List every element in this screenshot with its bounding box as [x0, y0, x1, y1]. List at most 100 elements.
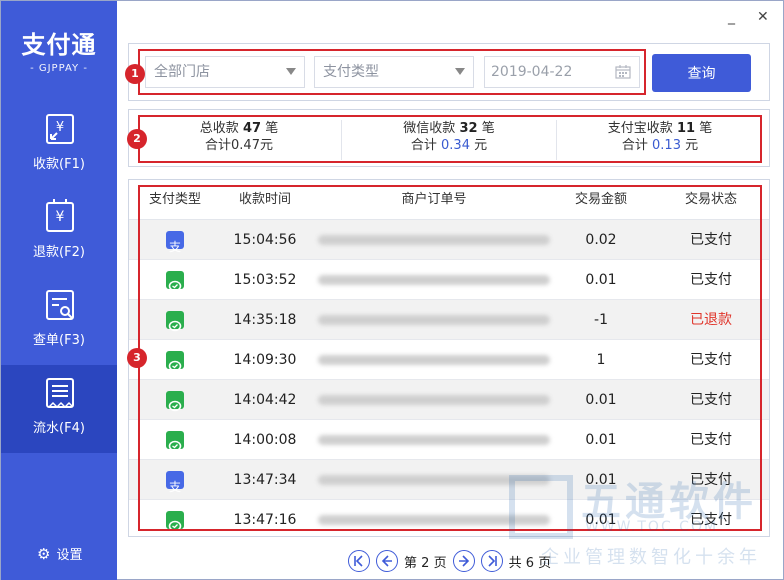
- summary-wechat-label: 微信收款: [403, 121, 456, 136]
- cell-amount: 0.01: [585, 512, 617, 528]
- calendar-icon: [615, 65, 631, 79]
- arrow-left-icon: [381, 555, 392, 567]
- redacted-order-no: [318, 315, 550, 325]
- annotation-badge-1: 1: [125, 64, 145, 84]
- minimize-button[interactable]: _: [728, 9, 735, 25]
- app-name: 支付通: [21, 31, 97, 59]
- summary-alipay-count: 11: [676, 121, 696, 136]
- divider: [556, 120, 557, 160]
- cell-time: 14:04:42: [233, 392, 297, 408]
- table-row[interactable]: 15:03:52 0.01 已支付: [129, 260, 769, 300]
- summary-wechat: 微信收款 32 笔 合计 0.34 元: [343, 120, 555, 160]
- cell-status: 已支付: [690, 432, 732, 448]
- table-row[interactable]: 支 15:04:56 0.02 已支付: [129, 220, 769, 260]
- cell-order-no: [309, 420, 559, 460]
- sidebar-item-receive[interactable]: ¥ 收款(F1): [1, 101, 117, 189]
- prev-page-button[interactable]: [376, 550, 398, 572]
- next-page-button[interactable]: [452, 550, 475, 572]
- cell-time: 15:04:56: [233, 232, 297, 248]
- sidebar-item-statement[interactable]: 流水(F4): [1, 365, 117, 453]
- column-header-pay-type: 支付类型: [148, 192, 201, 207]
- redacted-order-no: [318, 235, 550, 245]
- cell-status: 已支付: [690, 392, 732, 408]
- sidebar: 支付通 - GJPPAY - ¥ 收款(F1) ¥ 退款(F2) 查单(F3) …: [1, 1, 117, 580]
- statement-icon: [46, 378, 74, 409]
- cell-amount: 0.01: [585, 272, 617, 288]
- app-subtitle: - GJPPAY -: [30, 63, 88, 74]
- cell-status: 已支付: [690, 352, 732, 368]
- cell-order-no: [309, 340, 559, 380]
- table-row[interactable]: 14:04:42 0.01 已支付: [129, 380, 769, 420]
- annotation-badge-2: 2: [127, 129, 147, 149]
- sidebar-item-label: 查单(F3): [33, 333, 85, 348]
- gear-icon: ⚙: [37, 544, 51, 563]
- summary-total-sum: 合计0.47元: [205, 138, 273, 153]
- pay-type-select[interactable]: 支付类型: [314, 56, 474, 88]
- cell-time: 14:00:08: [233, 432, 297, 448]
- cell-pay-type: [129, 300, 221, 340]
- cell-pay-type: [129, 260, 221, 300]
- cell-amount: 0.01: [585, 432, 617, 448]
- summary-total-count: 47: [242, 121, 262, 136]
- page-indicator: 第 2 页: [404, 552, 447, 571]
- sidebar-item-label: 退款(F2): [33, 245, 85, 260]
- cell-time: 13:47:34: [233, 472, 297, 488]
- redacted-order-no: [318, 515, 550, 525]
- summary-wechat-sum-unit: 元: [474, 138, 488, 153]
- cell-order-no: [309, 380, 559, 420]
- alipay-icon: 支: [166, 471, 184, 494]
- date-picker[interactable]: 2019-04-22: [484, 56, 640, 88]
- cell-time: 14:35:18: [233, 312, 297, 328]
- first-page-button[interactable]: [348, 550, 370, 572]
- transaction-table: 支付类型 收款时间 商户订单号 交易金额 交易状态 支 15:04:56 0.02 已…: [128, 179, 770, 537]
- wechat-pay-icon: [166, 351, 184, 372]
- table-row[interactable]: 14:09:30 1 已支付: [129, 340, 769, 380]
- close-button[interactable]: ✕: [757, 9, 769, 25]
- cell-order-no: [309, 460, 559, 500]
- wechat-pay-icon: [166, 271, 184, 292]
- table-header: 支付类型 收款时间 商户订单号 交易金额 交易状态: [129, 180, 769, 220]
- sidebar-item-label: 流水(F4): [33, 421, 85, 436]
- redacted-order-no: [318, 435, 550, 445]
- settings-label: 设置: [56, 548, 83, 563]
- summary-total: 总收款 47 笔 合计0.47元: [139, 120, 339, 160]
- sidebar-item-refund[interactable]: ¥ 退款(F2): [1, 189, 117, 277]
- summary-alipay-sum-unit: 元: [685, 138, 699, 153]
- page-prefix: 第: [404, 555, 418, 571]
- summary-total-unit: 笔: [265, 121, 279, 136]
- cell-status: 已支付: [690, 272, 732, 288]
- column-header-order-no: 商户订单号: [401, 192, 467, 207]
- cell-status: 已退款: [690, 312, 732, 328]
- total-prefix: 共: [508, 555, 522, 571]
- table-row[interactable]: 13:47:16 0.01 已支付: [129, 500, 769, 536]
- refund-icon: ¥: [46, 199, 74, 232]
- cell-pay-type: 支: [129, 220, 221, 260]
- summary-wechat-sum-prefix: 合计: [410, 138, 437, 153]
- store-select-value: 全部门店: [154, 64, 210, 80]
- summary-alipay-sum-prefix: 合计: [621, 138, 648, 153]
- last-page-button[interactable]: [480, 550, 503, 572]
- store-select[interactable]: 全部门店: [145, 56, 305, 88]
- total-count: 6: [525, 555, 535, 571]
- table-row[interactable]: 支 13:47:34 0.01 已支付: [129, 460, 769, 500]
- query-button[interactable]: 查询: [652, 54, 751, 92]
- divider: [341, 120, 342, 160]
- table-row[interactable]: 14:00:08 0.01 已支付: [129, 420, 769, 460]
- summary-wechat-sum-value: 0.34: [441, 138, 470, 153]
- total-suffix: 页: [538, 555, 552, 571]
- svg-text:¥: ¥: [56, 209, 65, 225]
- cell-order-no: [309, 260, 559, 300]
- svg-text:¥: ¥: [56, 120, 64, 135]
- settings-button[interactable]: ⚙ 设置: [37, 544, 83, 564]
- sidebar-item-query[interactable]: 查单(F3): [1, 277, 117, 365]
- redacted-order-no: [318, 395, 550, 405]
- cell-order-no: [309, 220, 559, 260]
- cell-pay-type: [129, 380, 221, 420]
- chevron-down-icon: [286, 68, 296, 75]
- page-suffix: 页: [433, 555, 447, 571]
- app-logo: 支付通 - GJPPAY -: [1, 31, 117, 74]
- cell-status: 已支付: [690, 472, 732, 488]
- arrow-right-icon: [458, 555, 469, 567]
- wechat-pay-icon: [166, 431, 184, 452]
- table-row[interactable]: 14:35:18 -1 已退款: [129, 300, 769, 340]
